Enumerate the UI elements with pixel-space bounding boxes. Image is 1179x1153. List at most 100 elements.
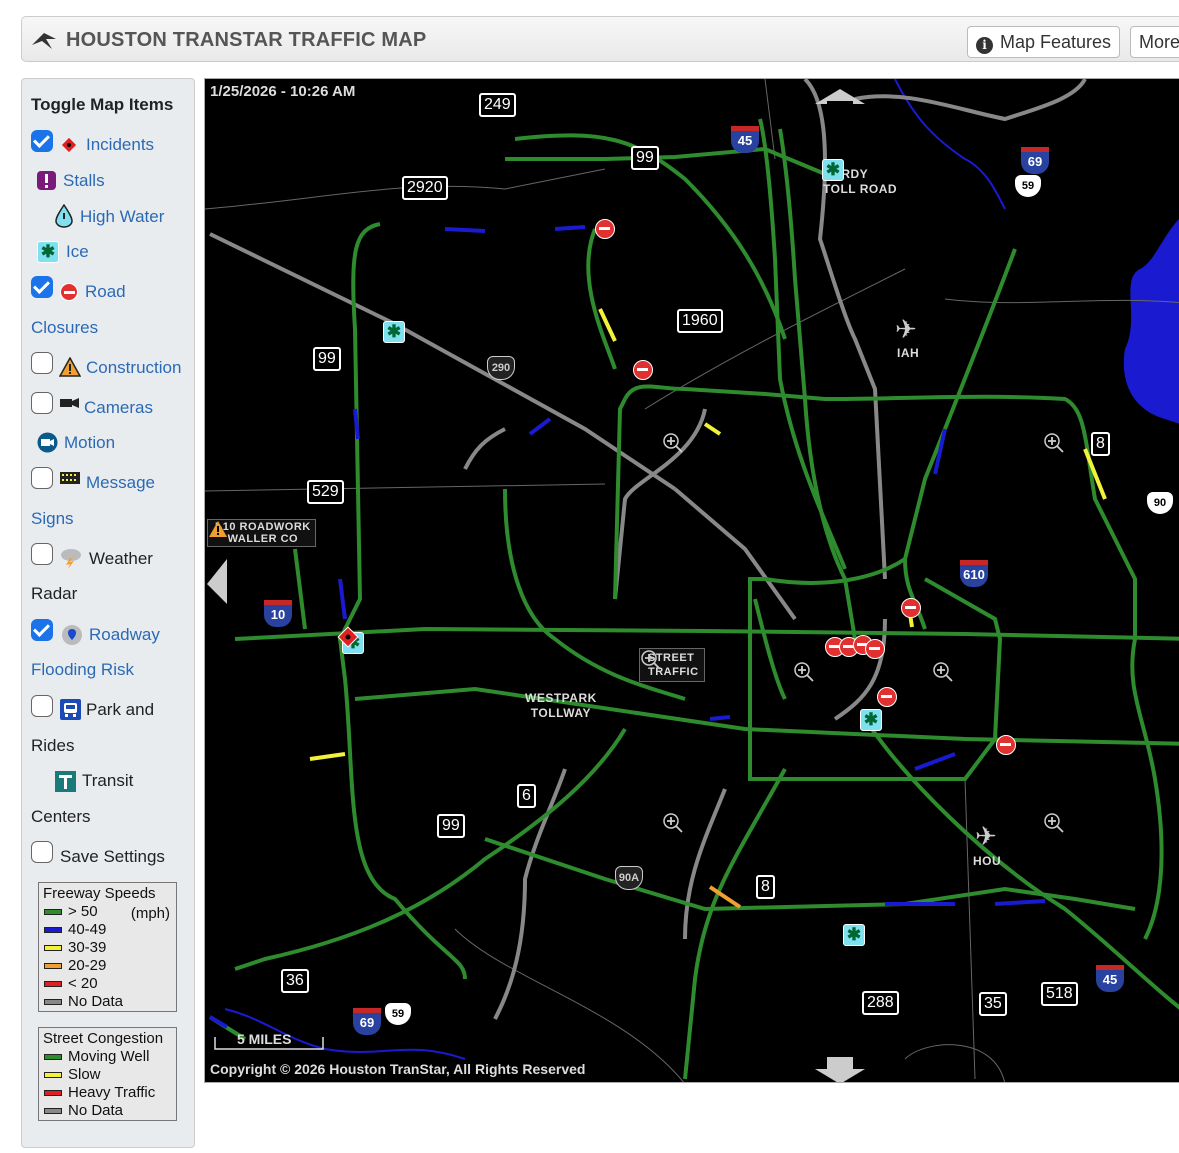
scale-bar-label: 5 MILES (237, 1031, 292, 1047)
lake-houston (1123, 218, 1179, 424)
camera-icon (60, 398, 79, 408)
more-button[interactable]: More (1130, 26, 1179, 58)
freeway-speeds-legend: Freeway Speeds (mph) > 50 40-49 30-39 20-29… (38, 882, 177, 1012)
road-network (205, 79, 1179, 1083)
page-title: HOUSTON TRANSTAR TRAFFIC MAP (66, 29, 427, 51)
ice-marker[interactable]: ✱ (383, 321, 405, 343)
pan-west-arrow[interactable] (207, 559, 227, 604)
i10-roadwork-callout[interactable]: I-10 ROADWORK WALLER CO (207, 519, 316, 547)
cameras-checkbox[interactable] (31, 392, 53, 414)
construction-toggle[interactable]: Construction (86, 358, 181, 378)
road-closures-checkbox[interactable] (31, 276, 53, 298)
roadway-flooding-toggle[interactable]: Roadway (89, 625, 160, 645)
zoom-in-icon[interactable] (1043, 432, 1065, 454)
park-and-rides-checkbox[interactable] (31, 695, 53, 717)
zoom-in-icon (641, 650, 661, 670)
park-and-rides-toggle[interactable]: Park and (86, 700, 154, 720)
stall-icon (37, 171, 56, 190)
high-water-toggle[interactable]: High Water (80, 207, 164, 227)
traffic-map[interactable]: 1/25/2026 - 10:26 AM 249 99 2920 1960 99… (204, 78, 1179, 1083)
road-closure-marker[interactable] (877, 687, 897, 707)
park-and-rides-toggle-line2[interactable]: Rides (31, 736, 74, 756)
legend-row: 40-49 (39, 921, 176, 939)
road-closure-marker[interactable] (595, 219, 615, 239)
legend-row: 20-29 (39, 957, 176, 975)
route-99-shield: 99 (313, 347, 341, 371)
message-signs-toggle[interactable]: Message (86, 473, 155, 493)
cameras-toggle[interactable]: Cameras (84, 398, 153, 418)
message-signs-checkbox[interactable] (31, 467, 53, 489)
zoom-in-icon[interactable] (1043, 812, 1065, 834)
interstate-610-shield: 610 (960, 560, 988, 587)
legend-title: Freeway Speeds (43, 885, 156, 902)
roadway-flooding-checkbox[interactable] (31, 619, 53, 641)
roadway-flooding-toggle-line2[interactable]: Flooding Risk (31, 660, 134, 680)
ice-marker[interactable]: ✱ (843, 924, 865, 946)
legend-label: 30-39 (68, 939, 107, 956)
ice-icon: ✱ (37, 241, 59, 263)
interstate-69-shield: 69 (1021, 147, 1049, 174)
map-timestamp: 1/25/2026 - 10:26 AM (210, 83, 356, 100)
road-closure-marker[interactable] (633, 360, 653, 380)
legend-row: Slow (39, 1066, 176, 1084)
legend-swatch (44, 981, 62, 987)
message-signs-toggle-line2[interactable]: Signs (31, 509, 74, 529)
route-6-shield: 6 (517, 784, 536, 808)
panel-title: Toggle Map Items (31, 95, 174, 114)
incidents-toggle[interactable]: Incidents (86, 135, 154, 155)
pan-south-arrow[interactable] (815, 1057, 865, 1083)
legend-row: 30-39 (39, 939, 176, 957)
route-288-shield: 288 (862, 991, 899, 1015)
ice-marker[interactable]: ✱ (860, 709, 882, 731)
incident-marker-icon[interactable] (335, 624, 361, 650)
ice-marker[interactable]: ✱ (822, 159, 844, 181)
interstate-10-shield: 10 (264, 600, 292, 627)
save-settings-checkbox[interactable] (31, 841, 53, 863)
legend-swatch (44, 963, 62, 969)
route-518-shield: 518 (1041, 982, 1078, 1006)
construction-icon (209, 521, 227, 537)
weather-radar-toggle[interactable]: Weather (89, 549, 153, 569)
map-features-button[interactable]: i Map Features (967, 26, 1121, 58)
stalls-toggle[interactable]: Stalls (63, 171, 105, 191)
zoom-in-icon[interactable] (793, 661, 815, 683)
zoom-in-icon[interactable] (662, 812, 684, 834)
motion-toggle[interactable]: Motion (64, 433, 115, 453)
legend-swatch (44, 999, 62, 1005)
road-closure-marker[interactable] (996, 735, 1016, 755)
legend-row: > 50 (39, 903, 176, 921)
weather-radar-toggle-line2[interactable]: Radar (31, 584, 77, 604)
incidents-checkbox[interactable] (31, 130, 53, 152)
street-traffic-button[interactable]: STREET TRAFFIC (639, 648, 705, 682)
road-closures-toggle-line2[interactable]: Closures (31, 318, 98, 338)
construction-icon (59, 357, 81, 377)
legend-label: 20-29 (68, 957, 107, 974)
route-249-shield: 249 (479, 93, 516, 117)
app-header: HOUSTON TRANSTAR TRAFFIC MAP i Map Featur… (21, 16, 1179, 62)
transit-center-icon (55, 771, 76, 792)
legend-row: Heavy Traffic (39, 1084, 176, 1102)
transit-centers-toggle-line2[interactable]: Centers (31, 807, 91, 827)
interstate-45-shield: 45 (1096, 965, 1124, 992)
road-closure-marker[interactable] (865, 639, 885, 659)
legend-swatch (44, 1108, 62, 1114)
zoom-in-icon[interactable] (662, 432, 684, 454)
road-closure-marker[interactable] (901, 598, 921, 618)
legend-label: > 50 (68, 903, 98, 920)
route-2920-shield: 2920 (402, 176, 448, 200)
transit-centers-toggle[interactable]: Transit (82, 771, 133, 791)
ice-toggle[interactable]: Ice (66, 242, 89, 262)
legend-title: Street Congestion (43, 1030, 164, 1047)
legend-swatch (44, 1072, 62, 1078)
weather-radar-checkbox[interactable] (31, 543, 53, 565)
save-settings-toggle[interactable]: Save Settings (60, 847, 165, 867)
copyright-notice: Copyright © 2026 Houston TranStar, All R… (210, 1061, 586, 1077)
message-sign-icon (60, 472, 80, 484)
info-icon: i (976, 37, 993, 54)
interstate-69-shield: 69 (353, 1008, 381, 1035)
legend-row: < 20 (39, 975, 176, 993)
construction-checkbox[interactable] (31, 352, 53, 374)
road-closures-toggle[interactable]: Road (85, 282, 126, 302)
route-99-shield: 99 (631, 146, 659, 170)
zoom-in-icon[interactable] (932, 661, 954, 683)
